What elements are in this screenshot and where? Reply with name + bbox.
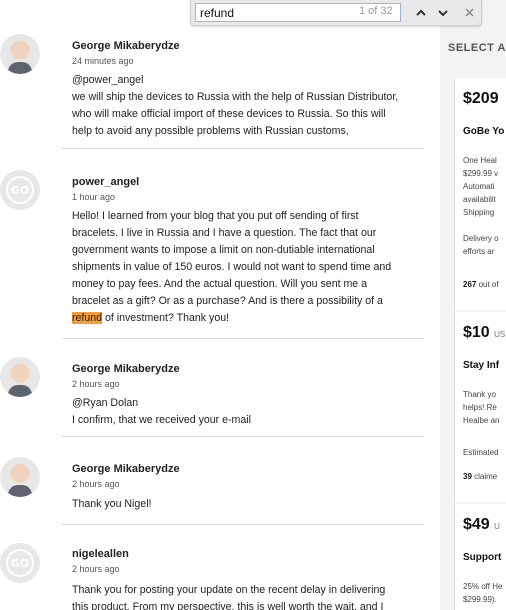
comment-body: Hello! I learned from your blog that you…	[72, 208, 417, 327]
reward-description: Thank yo helps! Re Healbe an	[463, 388, 499, 427]
search-highlight: refund	[72, 312, 103, 324]
comment-line: shipments in value of 150 euros. I would…	[72, 261, 392, 273]
comment-line: refund of investment? Thank you!	[72, 310, 417, 327]
comment-body: Thank you Nigel!	[72, 496, 417, 513]
chevron-down-icon	[438, 9, 448, 16]
comment-line: bracelets. I live in Russia and I have a…	[72, 227, 377, 239]
avatar[interactable]: GO	[0, 543, 40, 583]
reward-description: One Heal $299.99 v Automati availabilit …	[463, 154, 498, 219]
reward-claimed: 267 out of	[463, 280, 499, 289]
comment-line-rest: of investment? Thank you!	[102, 312, 230, 324]
reward-price: $49 U	[463, 516, 500, 534]
comment-divider	[62, 436, 424, 437]
comment-divider	[62, 338, 424, 339]
sidebar-title: SELECT A	[448, 42, 506, 54]
reward-desc-line: helps! Re	[463, 403, 497, 412]
claimed-count: 39	[463, 472, 472, 481]
go-logo-icon: GO	[6, 549, 34, 577]
comment-line: we will ship the devices to Russia with …	[72, 91, 399, 103]
reward-claimed: 39 claime	[463, 472, 497, 481]
comment-line: help to avoid any possible problems with…	[72, 125, 349, 137]
comments-list: George Mikaberydze 24 minutes ago @power…	[0, 0, 440, 610]
reward-desc-line: efforts ar	[463, 247, 495, 256]
comment-body: @power_angel we will ship the devices to…	[72, 72, 417, 140]
reward-price: $10 US	[463, 324, 505, 342]
comment-line: Thank you for posting your update on the…	[72, 584, 386, 596]
find-previous-button[interactable]	[411, 3, 431, 22]
reward-desc-line: $299.99 v	[463, 169, 499, 178]
comment-line: Thank you Nigel!	[72, 498, 152, 510]
reward-currency: US	[494, 330, 506, 339]
find-bar: 1 of 32	[190, 0, 482, 26]
reward-delivery: Delivery o efforts ar	[463, 232, 499, 258]
avatar[interactable]	[0, 357, 40, 397]
comment-line[interactable]: @power_angel	[72, 72, 417, 89]
comment-line: government wants to impose a limit on no…	[72, 244, 375, 256]
go-logo-icon: GO	[6, 176, 34, 204]
reward-desc-line: Healbe an	[463, 416, 500, 425]
reward-desc-line: One Heal	[463, 156, 497, 165]
reward-card[interactable]: $49 U Support 25% off He $299.99).	[454, 504, 506, 610]
reward-price-amount: $10	[463, 324, 490, 341]
chevron-up-icon	[416, 9, 426, 16]
comment-body: Thank you for posting your update on the…	[72, 582, 417, 610]
reward-card[interactable]: $209 GoBe Yo One Heal $299.99 v Automati…	[454, 78, 506, 310]
comment-line: money to pay fees. And the actual questi…	[72, 278, 368, 290]
reward-desc-line: Thank yo	[463, 390, 496, 399]
comment-author[interactable]: nigeleallen	[72, 548, 129, 560]
avatar[interactable]	[0, 457, 40, 497]
reward-desc-line: Shipping	[463, 208, 495, 217]
comment-divider	[62, 148, 424, 149]
reward-title: Stay Inf	[463, 360, 500, 371]
reward-title: GoBe Yo	[463, 126, 505, 137]
rewards-sidebar: SELECT A $209 GoBe Yo One Heal $299.99 v…	[440, 0, 506, 610]
comment-line: Hello! I learned from your blog that you…	[72, 210, 359, 222]
comment-line: bracelet as a gift? Or as a purchase? An…	[72, 295, 383, 307]
reward-desc-line: 25% off He	[463, 582, 503, 591]
comment-time: 2 hours ago	[72, 379, 120, 389]
claimed-text: claime	[471, 472, 498, 481]
comment-author[interactable]: George Mikaberydze	[72, 463, 180, 475]
comment-author[interactable]: power_angel	[72, 176, 139, 188]
comment-line: who will make official import of these d…	[72, 108, 386, 120]
comment-author[interactable]: George Mikaberydze	[72, 40, 180, 52]
comment-time: 1 hour ago	[72, 192, 116, 202]
comment-body: @Ryan Dolan I confirm, that we received …	[72, 395, 417, 429]
comment-time: 24 minutes ago	[72, 56, 134, 66]
reward-description: 25% off He $299.99).	[463, 580, 502, 606]
find-next-button[interactable]	[433, 3, 453, 22]
comment-author[interactable]: George Mikaberydze	[72, 363, 180, 375]
claimed-text: out of	[476, 280, 499, 289]
close-icon	[464, 8, 474, 17]
reward-delivery: Estimated	[463, 446, 499, 459]
reward-desc-line: Estimated	[463, 448, 499, 457]
comment-line: I confirm, that we received your e-mail	[72, 414, 251, 426]
claimed-count: 267	[463, 280, 477, 289]
comment-line[interactable]: @Ryan Dolan	[72, 395, 417, 412]
reward-card[interactable]: $10 US Stay Inf Thank yo helps! Re Healb…	[454, 312, 506, 502]
reward-title: Support	[463, 552, 502, 563]
comment-time: 2 hours ago	[72, 564, 120, 574]
reward-price: $209	[463, 90, 499, 108]
comment-line: this product. From my perspective, this …	[72, 601, 384, 610]
find-match-count: 1 of 32	[359, 5, 393, 17]
reward-price-amount: $209	[463, 90, 499, 107]
comment-divider	[62, 524, 424, 525]
reward-desc-line: $299.99).	[463, 595, 497, 604]
reward-desc-line: Delivery o	[463, 234, 499, 243]
reward-desc-line: availabilit	[463, 195, 496, 204]
comment-time: 2 hours ago	[72, 479, 120, 489]
reward-price-amount: $49	[463, 516, 490, 533]
reward-desc-line: Automati	[463, 182, 495, 191]
avatar[interactable]	[0, 34, 40, 74]
reward-currency: U	[494, 522, 500, 531]
avatar[interactable]: GO	[0, 170, 40, 210]
find-close-button[interactable]	[460, 3, 478, 22]
